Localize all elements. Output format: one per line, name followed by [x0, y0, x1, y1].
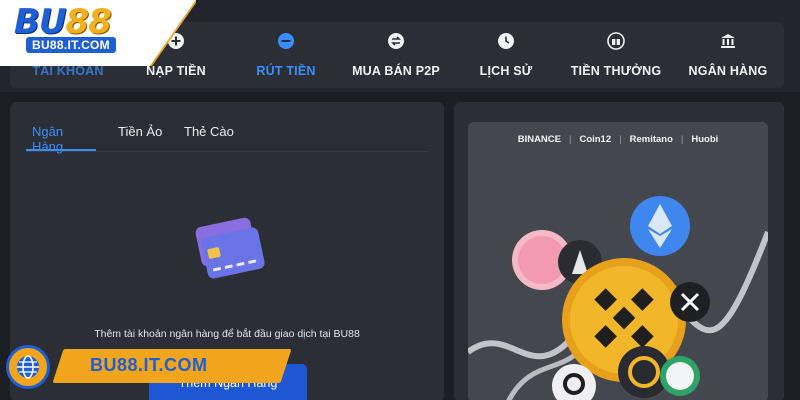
top-navigation: TÀI KHOẢN NẠP TIỀN RÚT TIỀN MUA BÁN P2P … [0, 0, 800, 92]
bank-icon [717, 30, 739, 52]
nav-label: MUA BÁN P2P [352, 64, 440, 78]
gift-icon [605, 30, 627, 52]
promo-panel: BINANCE | Coin12 | Remitano | Huobi [454, 102, 784, 400]
nav-item-p2p[interactable]: MUA BÁN P2P [336, 30, 456, 84]
empty-state-message: Thêm tài khoản ngân hàng để bắt đầu giao… [94, 328, 360, 340]
logo-url: BU88.IT.COM [26, 37, 116, 53]
nav-label: NGÂN HÀNG [688, 64, 768, 78]
nav-label: NẠP TIỀN [146, 64, 206, 78]
crypto-banner: BINANCE | Coin12 | Remitano | Huobi [468, 122, 768, 400]
badge-text: BU88.IT.COM [90, 355, 208, 375]
tab-crypto[interactable]: Tiền Ảo [112, 122, 168, 152]
tab-bank[interactable]: Ngân Hàng [26, 122, 96, 154]
globe-icon [6, 345, 50, 389]
nav-item-rewards[interactable]: TIỀN THƯỞNG [556, 30, 676, 84]
tab-card[interactable]: Thẻ Cào [178, 122, 240, 152]
nav-item-history[interactable]: LỊCH SỬ [446, 30, 566, 84]
method-tabs: Ngân Hàng Tiền Ảo Thẻ Cào [26, 122, 428, 154]
logo-wordmark: BU88 [14, 2, 112, 42]
brand-logo[interactable]: BU88 BU88.IT.COM [0, 0, 196, 66]
nav-label: TIỀN THƯỞNG [570, 64, 662, 78]
clock-icon [495, 30, 517, 52]
nav-label: RÚT TIỀN [256, 64, 316, 78]
nav-label: TÀI KHOẢN [32, 64, 104, 78]
nav-item-withdraw[interactable]: RÚT TIỀN [226, 30, 346, 84]
exchange-icon [385, 30, 407, 52]
site-url-badge[interactable]: BU88.IT.COM [0, 344, 292, 390]
crypto-coins-illustration [468, 196, 768, 400]
nav-item-bank[interactable]: NGÂN HÀNG [668, 30, 788, 84]
bank-card-icon [195, 217, 265, 279]
minus-circle-icon [275, 30, 297, 52]
nav-label: LỊCH SỬ [479, 64, 533, 78]
